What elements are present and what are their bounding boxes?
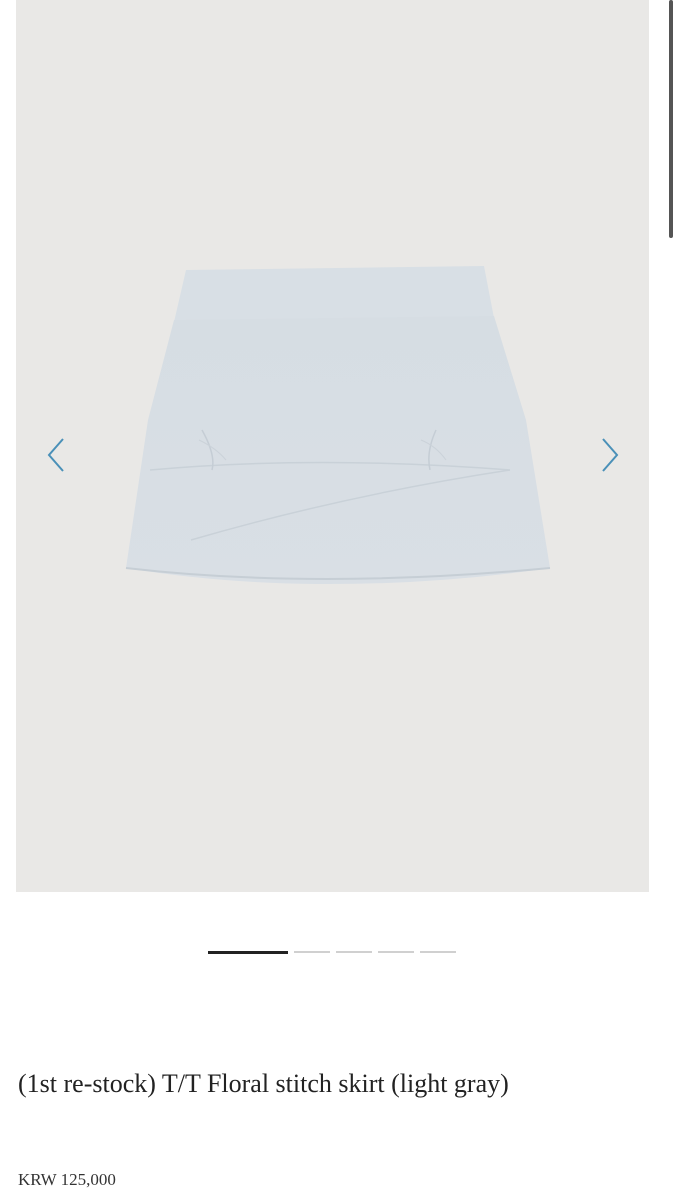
slide-indicator-2[interactable] — [294, 951, 330, 953]
chevron-right-icon — [602, 438, 619, 472]
slide-indicator-4[interactable] — [378, 951, 414, 953]
product-skirt-image — [125, 266, 551, 585]
slide-indicator-1[interactable] — [208, 950, 288, 954]
page-scrollbar[interactable] — [669, 0, 673, 238]
product-image-gallery[interactable] — [16, 0, 649, 892]
product-title: (1st re-stock) T/T Floral stitch skirt (… — [18, 1069, 509, 1098]
product-price: KRW 125,000 — [18, 1170, 116, 1189]
slide-indicator-3[interactable] — [336, 951, 372, 953]
slide-pagination — [208, 950, 456, 954]
next-image-button[interactable] — [590, 430, 630, 480]
previous-image-button[interactable] — [36, 430, 76, 480]
chevron-left-icon — [47, 438, 64, 472]
slide-indicator-5[interactable] — [420, 951, 456, 953]
